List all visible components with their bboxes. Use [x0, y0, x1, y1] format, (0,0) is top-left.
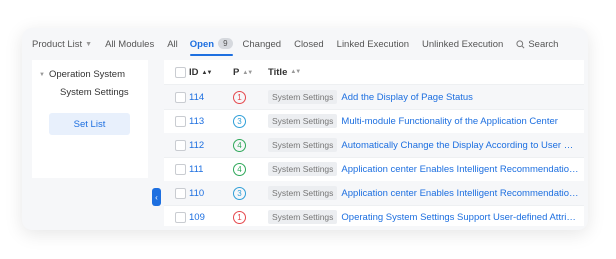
- row-id-link[interactable]: 113: [189, 116, 204, 127]
- table-row[interactable]: 111 4 System Settings Application center …: [164, 157, 584, 182]
- row-checkbox[interactable]: [175, 115, 186, 127]
- column-header-title[interactable]: Title ▲▼: [268, 67, 580, 78]
- tab-unlinked-execution[interactable]: Unlinked Execution: [422, 39, 503, 50]
- module-tag: System Settings: [268, 186, 338, 200]
- row-title-link[interactable]: Operating System Settings Support User-d…: [341, 212, 580, 223]
- search-icon: [516, 39, 525, 48]
- table-row[interactable]: 114 1 System Settings Add the Display of …: [164, 85, 584, 110]
- row-title-link[interactable]: Automatically Change the Display Accordi…: [341, 140, 580, 151]
- module-tag: System Settings: [268, 114, 338, 128]
- row-id-link[interactable]: 109: [189, 212, 205, 223]
- module-tag: System Settings: [268, 210, 338, 224]
- column-header-id-label: ID: [189, 66, 199, 78]
- caret-down-icon: ▼: [39, 72, 45, 78]
- chevron-down-icon: ▼: [85, 40, 93, 48]
- row-checkbox[interactable]: [175, 211, 186, 223]
- search-button[interactable]: Search: [516, 39, 558, 50]
- row-checkbox[interactable]: [175, 187, 186, 199]
- column-header-id[interactable]: ID ▲▼: [189, 66, 213, 78]
- table-row[interactable]: 109 1 System Settings Operating System Se…: [164, 205, 584, 226]
- module-tag: System Settings: [268, 138, 338, 152]
- table-row[interactable]: 113 3 System Settings Multi-module Functi…: [164, 109, 584, 134]
- tree-node-operation-system[interactable]: ▼ Operation System: [39, 69, 125, 80]
- module-tag: System Settings: [268, 90, 338, 104]
- row-checkbox[interactable]: [175, 163, 186, 175]
- table-row[interactable]: 112 4 System Settings Automatically Chang…: [164, 133, 584, 158]
- tab-open-label: Open: [189, 39, 215, 50]
- row-id-link[interactable]: 110: [189, 188, 204, 199]
- tab-linked-execution[interactable]: Linked Execution: [337, 39, 409, 50]
- table-header-row: ID ▲▼ P ▲▼ Title ▲▼: [164, 60, 584, 85]
- row-checkbox[interactable]: [175, 91, 186, 103]
- product-list-label: Product List: [32, 38, 83, 50]
- tab-open[interactable]: Open 9: [189, 38, 233, 56]
- tab-closed[interactable]: Closed: [294, 39, 324, 50]
- table-row[interactable]: 110 3 System Settings Application center …: [164, 181, 584, 206]
- row-title-link[interactable]: Multi-module Functionality of the Applic…: [341, 116, 558, 127]
- row-id-link[interactable]: 111: [189, 164, 203, 175]
- column-header-title-label: Title: [268, 66, 288, 78]
- all-modules-link[interactable]: All Modules: [105, 39, 154, 50]
- row-id-link[interactable]: 114: [189, 92, 204, 103]
- priority-badge: 4: [233, 162, 246, 176]
- module-sidebar: ▼ Operation System System Settings Set Li…: [32, 60, 148, 178]
- sort-icon: ▲▼: [242, 69, 253, 76]
- select-all-checkbox[interactable]: [175, 66, 186, 78]
- bug-table: ID ▲▼ P ▲▼ Title ▲▼ 114 1 System Settings Ad…: [164, 60, 584, 226]
- collapse-sidebar-button[interactable]: ‹: [152, 188, 161, 206]
- tree-node-system-settings[interactable]: System Settings: [60, 87, 129, 98]
- sort-icon: ▲▼: [201, 69, 213, 76]
- priority-badge: 4: [233, 138, 246, 152]
- row-title-link[interactable]: Add the Display of Page Status: [341, 92, 473, 103]
- top-navigation: Product List ▼ All Modules All Open 9 Chan…: [32, 35, 578, 56]
- module-tag: System Settings: [268, 162, 338, 176]
- tab-changed[interactable]: Changed: [243, 39, 282, 50]
- product-list-dropdown[interactable]: Product List ▼: [32, 39, 92, 50]
- row-title-link[interactable]: Application center Enables Intelligent R…: [341, 188, 580, 199]
- sort-icon: ▲▼: [290, 69, 301, 75]
- row-title-link[interactable]: Application center Enables Intelligent R…: [341, 164, 580, 175]
- column-header-priority[interactable]: P ▲▼: [233, 66, 253, 78]
- tab-all[interactable]: All: [167, 39, 178, 50]
- row-id-link[interactable]: 112: [189, 140, 204, 151]
- column-header-priority-label: P: [233, 66, 240, 78]
- chevron-left-icon: ‹: [155, 192, 158, 202]
- priority-badge: 3: [233, 186, 246, 200]
- priority-badge: 1: [233, 210, 246, 224]
- tree-node-label: Operation System: [48, 69, 125, 80]
- row-checkbox[interactable]: [175, 139, 186, 151]
- set-list-button[interactable]: Set List: [49, 113, 130, 135]
- priority-badge: 3: [233, 114, 246, 128]
- app-window: Product List ▼ All Modules All Open 9 Chan…: [22, 28, 588, 230]
- open-count-badge: 9: [218, 38, 233, 49]
- priority-badge: 1: [233, 90, 246, 104]
- search-label: Search: [528, 38, 559, 50]
